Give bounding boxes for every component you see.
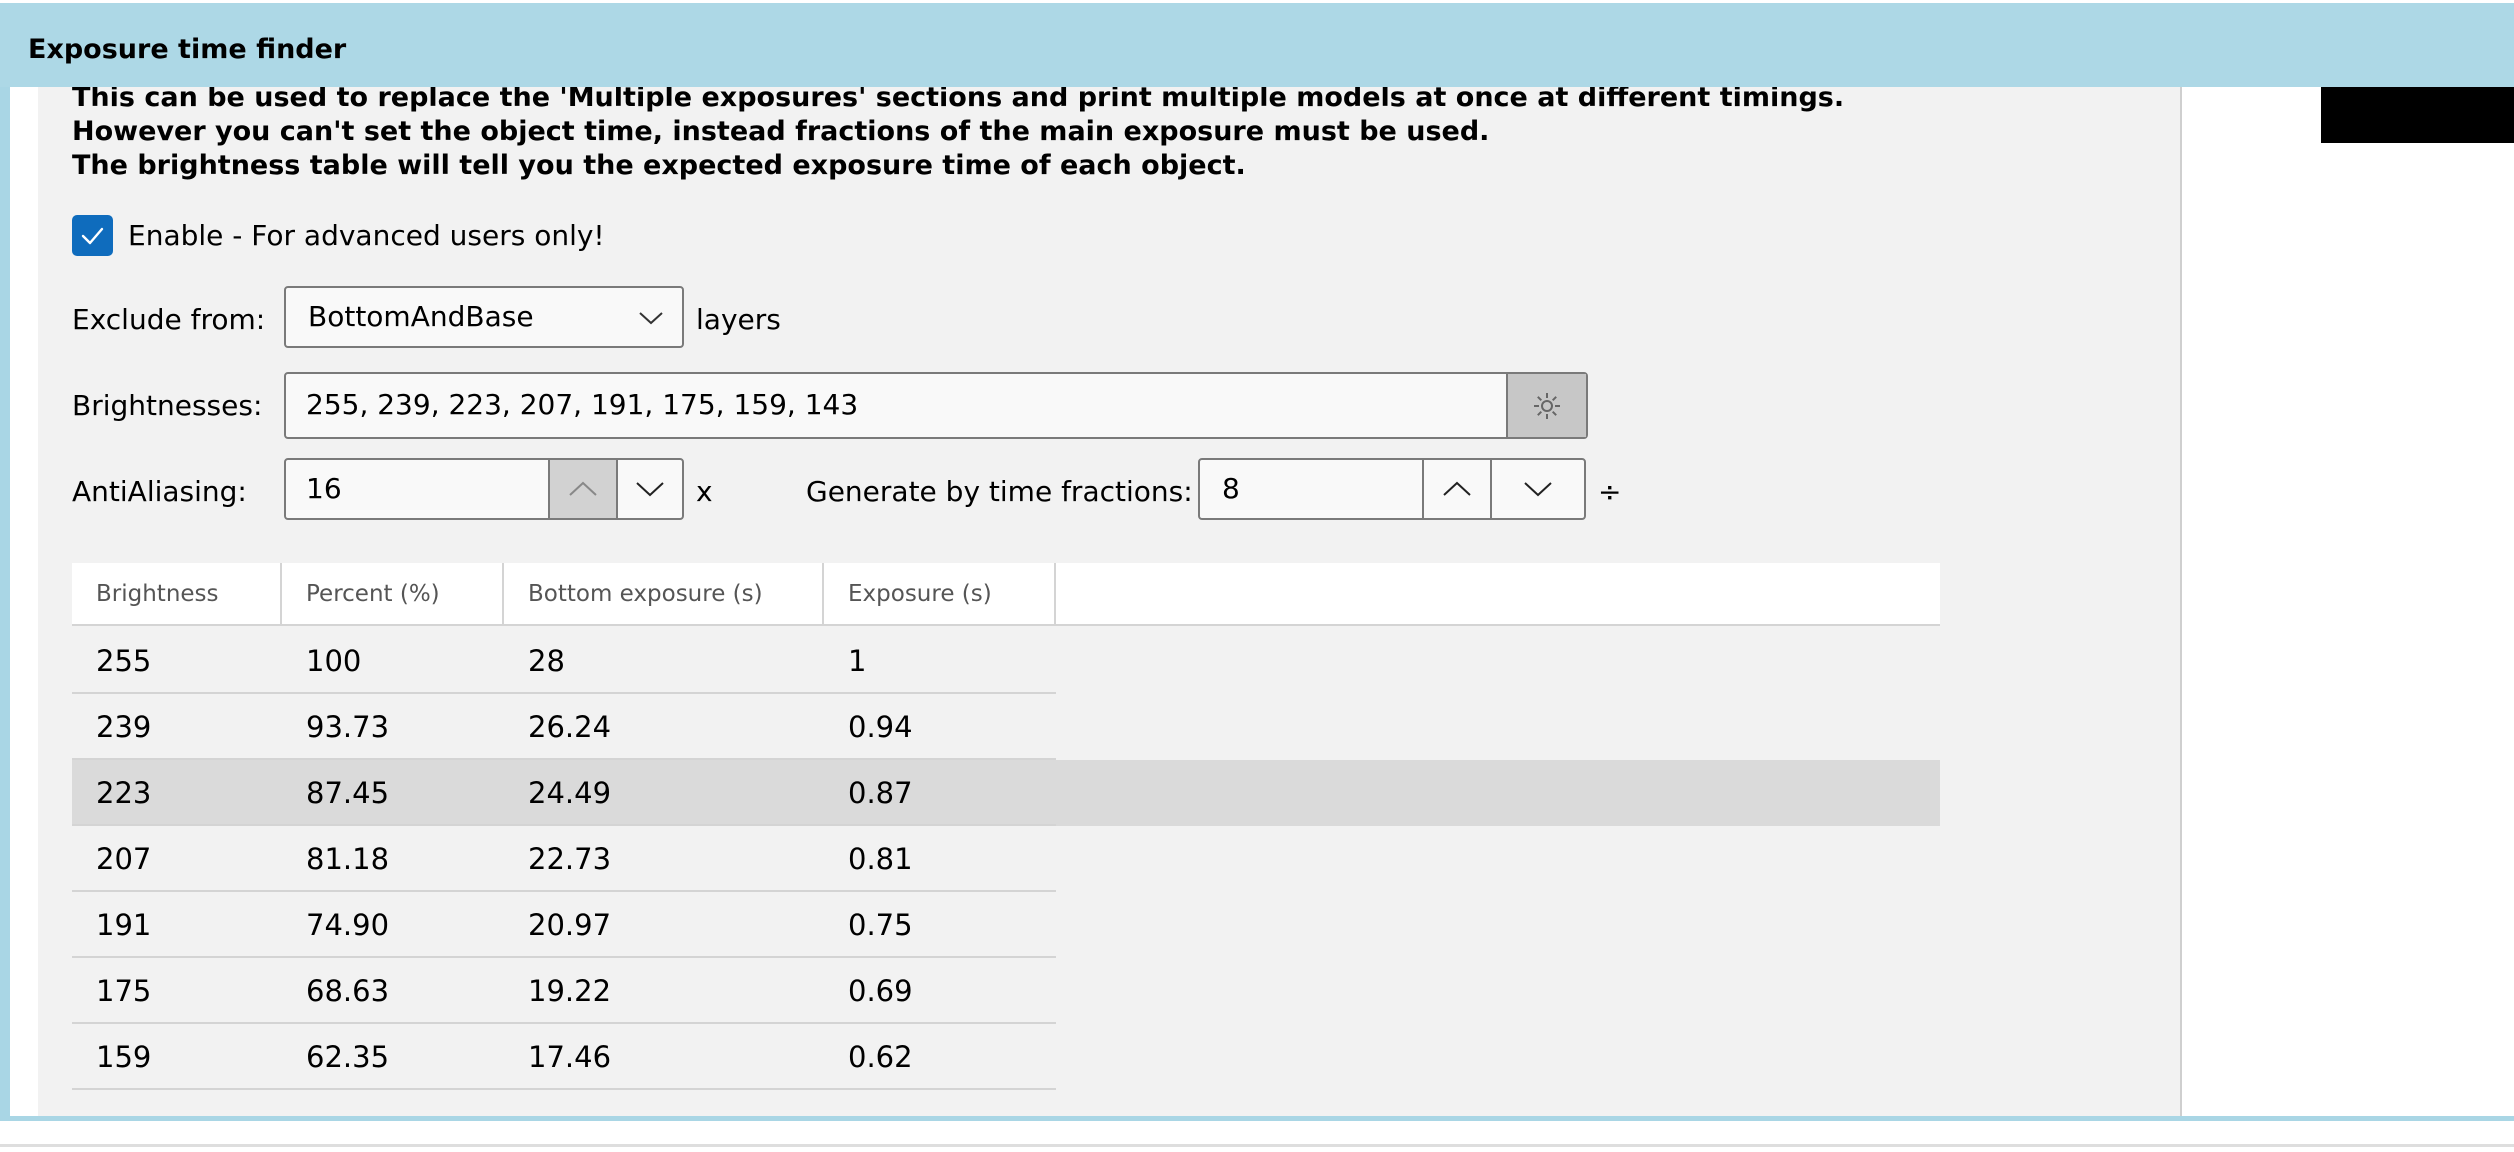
row-divider — [72, 1088, 1056, 1090]
brightness-table: Brightness Percent (%) Bottom exposure (… — [72, 563, 1940, 1116]
table-row[interactable]: 207 81.18 22.73 0.81 — [72, 826, 1940, 892]
table-cell: 191 — [96, 908, 152, 942]
table-row[interactable]: 191 74.90 20.97 0.75 — [72, 892, 1940, 958]
enable-checkbox[interactable] — [72, 215, 113, 256]
time-fractions-increment-button[interactable] — [1422, 460, 1490, 518]
brightness-apply-button[interactable] — [1506, 374, 1586, 437]
time-fractions-decrement-button[interactable] — [1490, 460, 1584, 518]
antialiasing-suffix-label: x — [696, 475, 713, 508]
table-row[interactable]: 223 87.45 24.49 0.87 — [72, 760, 1940, 826]
bottom-divider — [0, 1144, 2514, 1147]
table-cell: 28 — [528, 644, 565, 678]
table-row[interactable]: 255 100 28 1 — [72, 628, 1940, 694]
brightnesses-input[interactable]: 255, 239, 223, 207, 191, 175, 159, 143 — [284, 372, 1588, 439]
table-cell: 0.81 — [848, 842, 913, 876]
enable-label: Enable - For advanced users only! — [128, 219, 605, 252]
table-cell: 93.73 — [306, 710, 390, 744]
antialiasing-label: AntiAliasing: — [72, 475, 247, 508]
column-header-percent[interactable]: Percent (%) — [282, 563, 504, 626]
antialiasing-increment-button[interactable] — [548, 460, 616, 518]
table-cell: 100 — [306, 644, 362, 678]
time-fractions-label: Generate by time fractions: — [806, 475, 1193, 508]
dialog-window: Exposure time finder This can be used to… — [0, 3, 2514, 1121]
exclude-from-dropdown[interactable]: BottomAndBase — [284, 286, 684, 348]
dialog-content: This can be used to replace the 'Multipl… — [10, 87, 2514, 1116]
table-cell: 81.18 — [306, 842, 390, 876]
exclude-from-value: BottomAndBase — [308, 300, 534, 333]
exclude-suffix-label: layers — [696, 303, 781, 336]
settings-panel: This can be used to replace the 'Multipl… — [38, 87, 2182, 1116]
table-cell: 0.94 — [848, 710, 913, 744]
table-cell: 17.46 — [528, 1040, 612, 1074]
time-fractions-suffix-label: ÷ — [1598, 475, 1622, 508]
column-header-exposure[interactable]: Exposure (s) — [824, 563, 1056, 626]
table-cell: 207 — [96, 842, 152, 876]
table-cell: 255 — [96, 644, 152, 678]
table-cell: 159 — [96, 1040, 152, 1074]
checkmark-icon — [81, 227, 104, 245]
table-row[interactable]: 175 68.63 19.22 0.69 — [72, 958, 1940, 1024]
brightnesses-value: 255, 239, 223, 207, 191, 175, 159, 143 — [306, 388, 859, 421]
sun-icon — [1534, 392, 1560, 419]
chevron-down-icon — [636, 482, 664, 497]
antialiasing-value: 16 — [306, 472, 342, 505]
chevron-up-icon — [1443, 481, 1471, 496]
table-cell: 239 — [96, 710, 152, 744]
window-title: Exposure time finder — [28, 34, 347, 65]
table-cell: 1 — [848, 644, 867, 678]
title-bar[interactable]: Exposure time finder — [0, 3, 2514, 87]
description-line-1: This can be used to replace the 'Multipl… — [72, 87, 1845, 113]
table-cell: 19.22 — [528, 974, 612, 1008]
table-cell: 223 — [96, 776, 152, 810]
table-cell: 0.87 — [848, 776, 913, 810]
table-cell: 20.97 — [528, 908, 612, 942]
table-row[interactable]: 159 62.35 17.46 0.62 — [72, 1024, 1940, 1090]
table-cell: 87.45 — [306, 776, 390, 810]
time-fractions-value: 8 — [1222, 472, 1240, 505]
time-fractions-stepper[interactable]: 8 — [1198, 458, 1586, 520]
column-header-bottom-exposure[interactable]: Bottom exposure (s) — [504, 563, 824, 626]
antialiasing-decrement-button[interactable] — [616, 460, 682, 518]
table-header: Brightness Percent (%) Bottom exposure (… — [72, 563, 1940, 626]
exclude-from-label: Exclude from: — [72, 303, 266, 336]
table-cell: 0.75 — [848, 908, 913, 942]
table-cell: 26.24 — [528, 710, 612, 744]
chevron-down-icon — [639, 312, 663, 325]
description-line-3: The brightness table will tell you the e… — [72, 150, 1246, 181]
antialiasing-stepper[interactable]: 16 — [284, 458, 684, 520]
table-cell: 68.63 — [306, 974, 390, 1008]
table-cell: 74.90 — [306, 908, 390, 942]
table-cell: 24.49 — [528, 776, 612, 810]
table-cell: 62.35 — [306, 1040, 390, 1074]
table-cell: 22.73 — [528, 842, 612, 876]
table-cell: 0.69 — [848, 974, 913, 1008]
description-line-2: However you can't set the object time, i… — [72, 116, 1490, 147]
chevron-down-icon — [1524, 482, 1552, 497]
table-cell: 175 — [96, 974, 152, 1008]
column-header-brightness[interactable]: Brightness — [72, 563, 282, 626]
table-cell: 0.62 — [848, 1040, 913, 1074]
table-row[interactable]: 239 93.73 26.24 0.94 — [72, 694, 1940, 760]
chevron-up-icon — [569, 481, 597, 496]
black-overlay-block — [2321, 87, 2514, 143]
brightnesses-label: Brightnesses: — [72, 389, 263, 422]
